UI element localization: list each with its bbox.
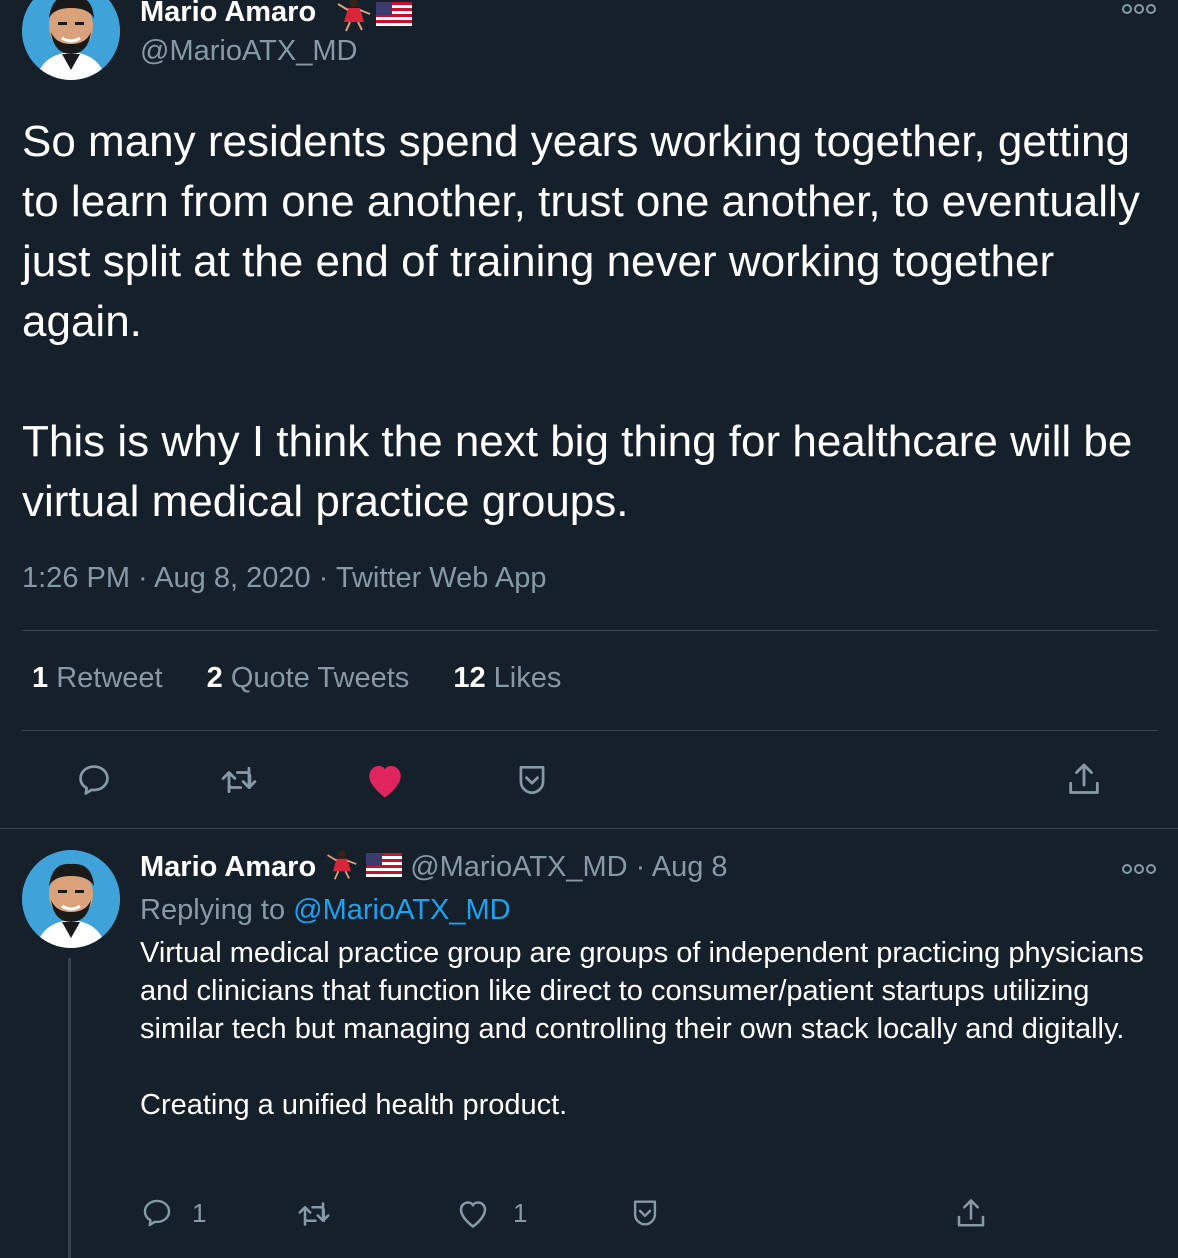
retweets-label: Retweet (56, 662, 163, 694)
reply-icon (79, 765, 109, 795)
divider (22, 630, 1158, 631)
reply-more-options-icon[interactable] (1122, 862, 1156, 881)
reply-text: Virtual medical practice group are group… (140, 934, 1170, 1124)
quotes-count: 2 (206, 662, 223, 694)
tweet-text-paragraph-1: So many residents spend years working to… (22, 117, 1140, 346)
author-handle[interactable]: @MarioATX_MD (140, 35, 357, 68)
share-button[interactable] (1059, 755, 1109, 805)
dancer-emoji-icon (334, 0, 372, 37)
likes-count: 12 (453, 662, 486, 694)
reply-author-name[interactable]: Mario Amaro (140, 851, 316, 884)
reply-date[interactable]: · Aug 8 (636, 851, 728, 884)
tweet-stats: 1 Retweet 2 Quote Tweets 12 Likes (32, 662, 597, 695)
reply-author-handle[interactable]: @MarioATX_MD (410, 851, 627, 884)
replying-to-handle-link[interactable]: @MarioATX_MD (293, 894, 510, 926)
more-options-icon[interactable] (1122, 2, 1156, 21)
reply-bookmark-button[interactable] (628, 1196, 662, 1235)
share-icon (1069, 763, 1099, 794)
reply-icon (143, 1199, 171, 1227)
heart-icon (459, 1201, 487, 1228)
likes-stat[interactable]: 12 Likes (453, 662, 561, 694)
replying-to: Replying to @MarioATX_MD (140, 894, 511, 927)
divider (0, 828, 1178, 829)
retweets-count: 1 (32, 662, 49, 694)
retweet-icon (221, 766, 257, 794)
us-flag-icon (376, 2, 412, 31)
reply-share-button[interactable] (953, 1196, 989, 1237)
like-button[interactable] (360, 755, 410, 805)
quote-tweets-stat[interactable]: 2 Quote Tweets (207, 662, 410, 694)
reply-like-button[interactable]: 1 (455, 1196, 527, 1230)
reply-button[interactable] (69, 755, 119, 805)
likes-label: Likes (493, 662, 562, 694)
share-icon (957, 1199, 985, 1227)
tweet-timestamp[interactable]: 1:26 PM · Aug 8, 2020 · Twitter Web App (22, 562, 546, 595)
tweet-text: So many residents spend years working to… (22, 112, 1162, 532)
reply-avatar[interactable] (22, 850, 120, 948)
replying-to-label: Replying to (140, 894, 286, 926)
reply-reply-button[interactable]: 1 (140, 1196, 206, 1230)
reply-retweet-button[interactable] (296, 1196, 332, 1237)
reply-header: Mario Amaro @MarioATX_MD · Aug 8 (140, 849, 728, 886)
reply-like-count: 1 (513, 1197, 528, 1228)
dancer-emoji-icon (324, 849, 358, 886)
retweet-button[interactable] (214, 755, 264, 805)
retweet-icon (298, 1202, 330, 1226)
reply-text-paragraph-1: Virtual medical practice group are group… (140, 937, 1144, 1045)
bookmark-icon (519, 765, 545, 795)
thread-line (68, 958, 71, 1258)
heart-filled-icon (369, 766, 401, 798)
us-flag-icon (366, 853, 403, 882)
divider (22, 730, 1158, 731)
bookmark-button[interactable] (507, 755, 557, 805)
quotes-label: Quote Tweets (230, 662, 410, 694)
reply-text-paragraph-2: Creating a unified health product. (140, 1089, 568, 1121)
author-name[interactable]: Mario Amaro (140, 0, 316, 29)
reply-count: 1 (192, 1197, 207, 1228)
tweet-text-paragraph-2: This is why I think the next big thing f… (22, 417, 1133, 526)
bookmark-icon (633, 1200, 657, 1226)
retweets-stat[interactable]: 1 Retweet (32, 662, 163, 694)
avatar[interactable] (22, 0, 120, 80)
